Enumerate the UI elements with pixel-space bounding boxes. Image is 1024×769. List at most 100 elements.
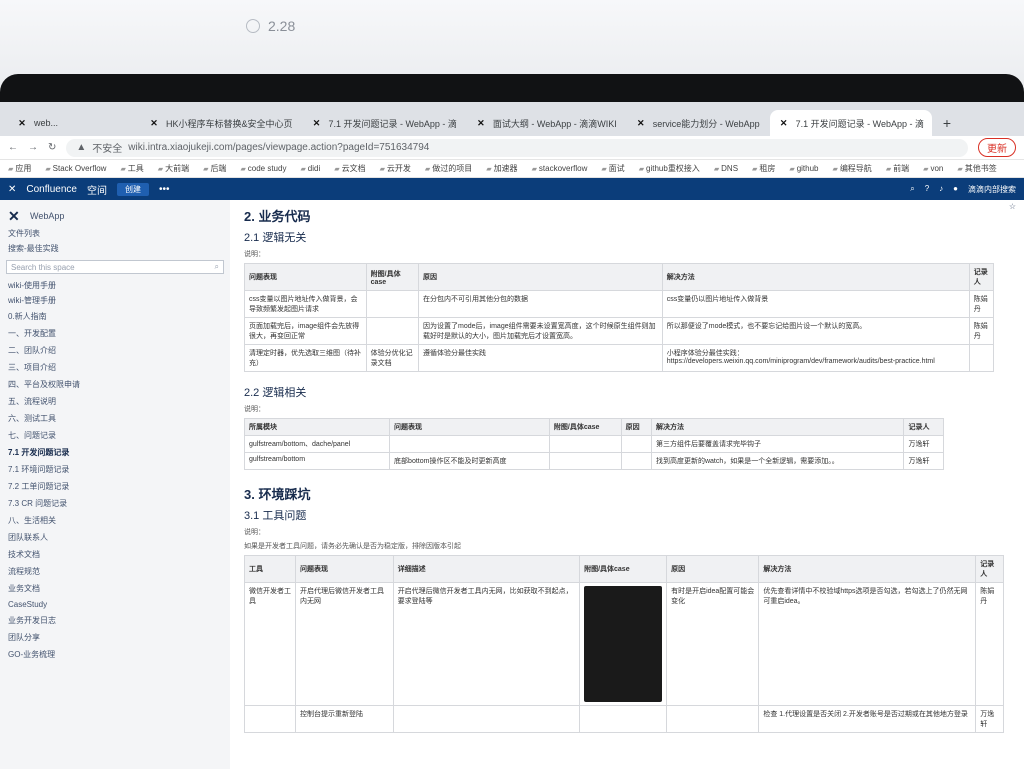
- url-field[interactable]: ▲ 不安全 wiki.intra.xiaojukeji.com/pages/vi…: [66, 138, 968, 157]
- sidebar-tree-item[interactable]: 7.2 工单问题记录: [0, 478, 230, 495]
- bookmark-item[interactable]: 前端: [886, 163, 909, 174]
- table-cell: 第三方组件后要覆盖请求完毕钩子: [650, 435, 905, 453]
- description: 说明：: [244, 406, 265, 413]
- table-header-cell: 附图/具体case: [579, 555, 668, 583]
- table-cell: 开启代理后微信开发者工具内无网: [295, 582, 394, 706]
- description: 说明：: [244, 529, 265, 536]
- table-cell: gulfstream/bottom、dache/panel: [243, 435, 391, 453]
- reload-icon[interactable]: ↻: [48, 142, 56, 153]
- bookmark-item[interactable]: 工具: [120, 163, 144, 174]
- help-icon[interactable]: ?: [925, 184, 929, 195]
- bookmark-item[interactable]: 其他书签: [957, 163, 997, 174]
- warning-icon: ▲: [76, 142, 87, 153]
- new-tab-button[interactable]: +: [934, 110, 960, 136]
- bookmark-item[interactable]: didi: [300, 164, 320, 173]
- bookmark-item[interactable]: github: [789, 164, 819, 173]
- sidebar-page[interactable]: wiki-管理手册: [0, 293, 230, 308]
- browser-tab[interactable]: ✕ 7.1 开发问题记录 - WebApp - 滴: [303, 110, 465, 136]
- sidebar-tree-item[interactable]: 7.3 CR 问题记录: [0, 495, 230, 512]
- sidebar-tree-item[interactable]: 技术文档: [0, 546, 230, 563]
- sidebar-link-files[interactable]: 文件列表: [0, 226, 230, 241]
- table-header-cell: 记录人: [968, 263, 995, 291]
- forward-icon[interactable]: →: [28, 142, 38, 153]
- bookmark-item[interactable]: 做过的项目: [425, 163, 472, 174]
- browser-tab[interactable]: ✕ web...: [8, 110, 138, 136]
- table-cell: 检查 1.代理设置是否关闭 2.开发者账号是否过期或在其他地方登录: [758, 705, 977, 733]
- browser-tab-active[interactable]: ✕ 7.1 开发问题记录 - WebApp - 滴: [769, 110, 932, 136]
- table-cell: [548, 452, 622, 470]
- bookmark-item[interactable]: Stack Overflow: [45, 164, 107, 173]
- sidebar-tree-item[interactable]: 业务开发日志: [0, 612, 230, 629]
- search-icon[interactable]: ⌕: [910, 184, 914, 195]
- space-header[interactable]: ✕ WebApp: [0, 206, 230, 226]
- sidebar-link-search[interactable]: 搜索-最佳实践: [0, 241, 230, 256]
- sidebar-tree-item[interactable]: GO-业务梳理: [0, 646, 230, 663]
- sidebar-tree-item[interactable]: 团队联系人: [0, 529, 230, 546]
- screenshot-image: [584, 586, 663, 702]
- update-button[interactable]: 更新: [978, 138, 1016, 157]
- bookmark-item[interactable]: 编程导航: [832, 163, 872, 174]
- confluence-logo[interactable]: Confluence: [26, 184, 77, 195]
- bookmark-item[interactable]: DNS: [714, 164, 738, 173]
- sidebar-tree-item[interactable]: CaseStudy: [0, 597, 230, 612]
- sidebar-tree-item[interactable]: 二、团队介绍: [0, 342, 230, 359]
- sidebar-tree-item[interactable]: 五、流程说明: [0, 393, 230, 410]
- sidebar-page[interactable]: wiki-使用手册: [0, 278, 230, 293]
- bookmark-item[interactable]: github重权接入: [639, 163, 700, 174]
- table-cell: gulfstream/bottom: [243, 452, 391, 470]
- bookmark-item[interactable]: 云开发: [380, 163, 411, 174]
- table-row: 清理定时器，优先选取三维图（待补充） 体验分优化记录文档 遵循体验分最佳实践 小程序体…: [244, 344, 995, 372]
- bookmark-item[interactable]: 租房: [752, 163, 775, 174]
- sidebar-tree-item[interactable]: 八、生活相关: [0, 512, 230, 529]
- table-cell: [620, 435, 652, 453]
- space-logo-icon: ✕: [8, 208, 20, 224]
- bookmark-item[interactable]: 后端: [203, 163, 226, 174]
- bookmark-item[interactable]: code study: [240, 164, 287, 173]
- avatar[interactable]: ●: [953, 184, 958, 195]
- bookmark-item[interactable]: stackoverflow: [532, 164, 587, 173]
- sidebar-tree-item[interactable]: 7.1 环境问题记录: [0, 461, 230, 478]
- table-cell: 在分包内不可引用其他分包的数据: [418, 290, 663, 318]
- sidebar-tree-item[interactable]: 七、问题记录: [0, 427, 230, 444]
- space-menu[interactable]: 空间: [87, 182, 107, 197]
- table-cell: css变量仍以图片地址传入做背景: [661, 290, 970, 318]
- table-cell: 所以那便设了mode模式，也不要忘记给图片设一个默认的宽高。: [661, 317, 970, 345]
- bookmark-item[interactable]: 应用: [8, 163, 31, 174]
- table-cell: 体验分优化记录文档: [365, 344, 420, 372]
- sidebar-tree-item[interactable]: 7.1 开发问题记录: [0, 444, 230, 461]
- table-cell: 开启代理后微信开发者工具内无网，比如获取不到起点，要求登陆等: [392, 582, 581, 706]
- browser-tab[interactable]: ✕ service能力划分 - WebApp: [627, 110, 768, 136]
- tab-title: 7.1 开发问题记录 - WebApp - 滴: [795, 118, 924, 129]
- sidebar-tree-item[interactable]: 流程规范: [0, 563, 230, 580]
- space-search-input[interactable]: Search this space ⌕: [6, 260, 224, 274]
- back-icon[interactable]: ←: [8, 142, 18, 153]
- bookmark-item[interactable]: 云文档: [334, 163, 366, 174]
- sidebar-tree-item[interactable]: 一、开发配置: [0, 325, 230, 342]
- browser-tab[interactable]: ✕ HK小程序车标替换&安全中心页: [140, 110, 301, 136]
- sidebar-tree-item[interactable]: 团队分享: [0, 629, 230, 646]
- star-icon[interactable]: ☆: [1009, 202, 1016, 211]
- bookmarks-bar: 应用 Stack Overflow 工具 大前端 后端 code study d…: [0, 160, 1024, 178]
- bookmark-item[interactable]: 大前端: [158, 163, 189, 174]
- create-button[interactable]: 创建: [116, 182, 149, 196]
- tab-title: service能力划分 - WebApp: [652, 118, 760, 129]
- search-icon: ⌕: [214, 262, 219, 271]
- user-name[interactable]: 滴滴内部搜索: [968, 184, 1016, 195]
- table-cell: [968, 344, 995, 372]
- bell-icon[interactable]: ♪: [939, 184, 943, 195]
- browser-tab[interactable]: ✕ 面试大纲 - WebApp - 滴滴WIKI: [467, 110, 625, 136]
- table-header-cell: 原因: [418, 263, 663, 291]
- table-cell: [548, 435, 622, 453]
- bookmark-item[interactable]: von: [923, 164, 943, 173]
- sidebar-tree-item[interactable]: 业务文档: [0, 580, 230, 597]
- sidebar-tree-item[interactable]: 六、测试工具: [0, 410, 230, 427]
- sidebar-tree-item[interactable]: 0.新人指南: [0, 308, 230, 325]
- more-button[interactable]: •••: [159, 184, 170, 195]
- bookmark-item[interactable]: 面试: [601, 163, 625, 174]
- sidebar-tree-item[interactable]: 三、项目介绍: [0, 359, 230, 376]
- table-cell: 有时是开启idea配置可能会变化: [666, 582, 760, 706]
- sidebar-tree-item[interactable]: 四、平台及权限申请: [0, 376, 230, 393]
- tab-title: web...: [34, 118, 59, 128]
- bookmark-item[interactable]: 加速器: [486, 163, 518, 174]
- radio-option[interactable]: 2.28: [246, 18, 295, 34]
